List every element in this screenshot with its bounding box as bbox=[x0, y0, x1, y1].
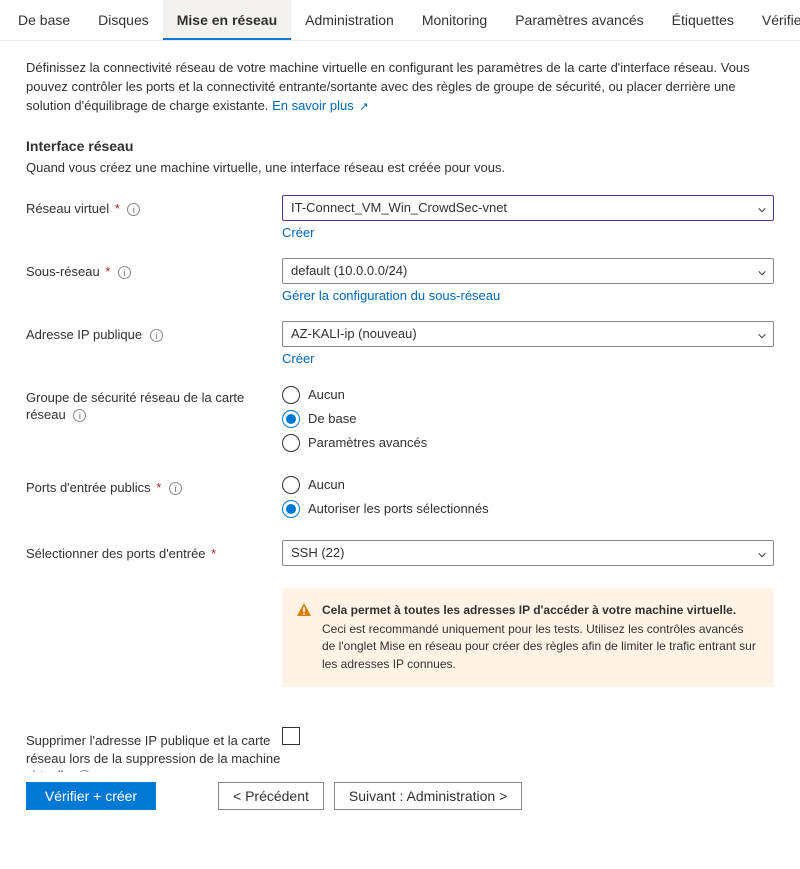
tab-administration[interactable]: Administration bbox=[291, 0, 408, 40]
nsg-option-label: Paramètres avancés bbox=[308, 435, 427, 450]
inbound-ports-radio-allow[interactable]: Autoriser les ports sélectionnés bbox=[282, 500, 774, 518]
section-desc: Quand vous créez une machine virtuelle, … bbox=[26, 160, 774, 175]
subnet-select[interactable]: default (10.0.0.0/24) bbox=[282, 258, 774, 284]
tab-monitoring[interactable]: Monitoring bbox=[408, 0, 501, 40]
tab-parametres-avances[interactable]: Paramètres avancés bbox=[501, 0, 657, 40]
warning-box: Cela permet à toutes les adresses IP d'a… bbox=[282, 588, 774, 688]
warning-title: Cela permet à toutes les adresses IP d'a… bbox=[322, 602, 758, 619]
chevron-down-icon bbox=[757, 548, 767, 558]
required-star: * bbox=[115, 201, 120, 216]
intro-body: Définissez la connectivité réseau de vot… bbox=[26, 60, 750, 113]
select-ports-label-text: Sélectionner des ports d'entrée bbox=[26, 546, 206, 561]
inbound-ports-label-text: Ports d'entrée publics bbox=[26, 480, 151, 495]
warning-body: Ceci est recommandé uniquement pour les … bbox=[322, 621, 758, 673]
inbound-ports-radio-group: Aucun Autoriser les ports sélectionnés bbox=[282, 474, 774, 518]
publicip-create-link[interactable]: Créer bbox=[282, 351, 774, 366]
tab-de-base[interactable]: De base bbox=[4, 0, 84, 40]
chevron-down-icon bbox=[757, 266, 767, 276]
learn-more-link[interactable]: En savoir plus ↗ bbox=[272, 98, 369, 113]
delete-on-vm-checkbox[interactable] bbox=[282, 727, 300, 745]
nsg-label-text: Groupe de sécurité réseau de la carte ré… bbox=[26, 390, 244, 423]
select-ports-label: Sélectionner des ports d'entrée * bbox=[26, 540, 282, 563]
required-star: * bbox=[105, 264, 110, 279]
info-icon[interactable]: i bbox=[169, 482, 182, 495]
vnet-label-text: Réseau virtuel bbox=[26, 201, 109, 216]
required-star: * bbox=[211, 546, 216, 561]
publicip-value: AZ-KALI-ip (nouveau) bbox=[291, 326, 417, 341]
publicip-label: Adresse IP publique i bbox=[26, 321, 282, 344]
subnet-value: default (10.0.0.0/24) bbox=[291, 263, 407, 278]
nsg-radio-group: Aucun De base Paramètres avancés bbox=[282, 384, 774, 452]
tab-mise-en-reseau[interactable]: Mise en réseau bbox=[163, 0, 291, 40]
inbound-ports-label: Ports d'entrée publics * i bbox=[26, 474, 282, 497]
nsg-radio-basic[interactable]: De base bbox=[282, 410, 774, 428]
nsg-label: Groupe de sécurité réseau de la carte ré… bbox=[26, 384, 282, 424]
publicip-label-text: Adresse IP publique bbox=[26, 327, 142, 342]
nsg-radio-none[interactable]: Aucun bbox=[282, 386, 774, 404]
info-icon[interactable]: i bbox=[150, 329, 163, 342]
nsg-option-label: De base bbox=[308, 411, 356, 426]
vnet-label: Réseau virtuel * i bbox=[26, 195, 282, 218]
learn-more-label: En savoir plus bbox=[272, 98, 354, 113]
info-icon[interactable]: i bbox=[73, 409, 86, 422]
nsg-radio-advanced[interactable]: Paramètres avancés bbox=[282, 434, 774, 452]
tab-disques[interactable]: Disques bbox=[84, 0, 163, 40]
tab-verifier[interactable]: Vérifier + bbox=[748, 0, 800, 40]
select-ports-value: SSH (22) bbox=[291, 545, 344, 560]
vnet-value: IT-Connect_VM_Win_CrowdSec-vnet bbox=[291, 200, 507, 215]
required-star: * bbox=[156, 480, 161, 495]
info-icon[interactable]: i bbox=[127, 203, 140, 216]
footer: Vérifier + créer < Précédent Suivant : A… bbox=[0, 772, 800, 824]
review-create-button[interactable]: Vérifier + créer bbox=[26, 782, 156, 810]
nsg-option-label: Aucun bbox=[308, 387, 345, 402]
info-icon[interactable]: i bbox=[118, 266, 131, 279]
inbound-option-label: Aucun bbox=[308, 477, 345, 492]
publicip-select[interactable]: AZ-KALI-ip (nouveau) bbox=[282, 321, 774, 347]
next-button[interactable]: Suivant : Administration > bbox=[334, 782, 522, 810]
section-title: Interface réseau bbox=[26, 138, 774, 154]
vnet-select[interactable]: IT-Connect_VM_Win_CrowdSec-vnet bbox=[282, 195, 774, 221]
previous-button[interactable]: < Précédent bbox=[218, 782, 324, 810]
intro-text: Définissez la connectivité réseau de vot… bbox=[26, 59, 774, 116]
inbound-option-label: Autoriser les ports sélectionnés bbox=[308, 501, 489, 516]
tab-etiquettes[interactable]: Étiquettes bbox=[658, 0, 748, 40]
chevron-down-icon bbox=[757, 203, 767, 213]
vnet-create-link[interactable]: Créer bbox=[282, 225, 774, 240]
subnet-label: Sous-réseau * i bbox=[26, 258, 282, 281]
subnet-label-text: Sous-réseau bbox=[26, 264, 100, 279]
chevron-down-icon bbox=[757, 329, 767, 339]
inbound-ports-radio-none[interactable]: Aucun bbox=[282, 476, 774, 494]
tabs-bar: De base Disques Mise en réseau Administr… bbox=[0, 0, 800, 41]
subnet-manage-link[interactable]: Gérer la configuration du sous-réseau bbox=[282, 288, 774, 303]
external-link-icon: ↗ bbox=[359, 101, 368, 113]
warning-icon bbox=[296, 602, 312, 618]
select-ports-select[interactable]: SSH (22) bbox=[282, 540, 774, 566]
